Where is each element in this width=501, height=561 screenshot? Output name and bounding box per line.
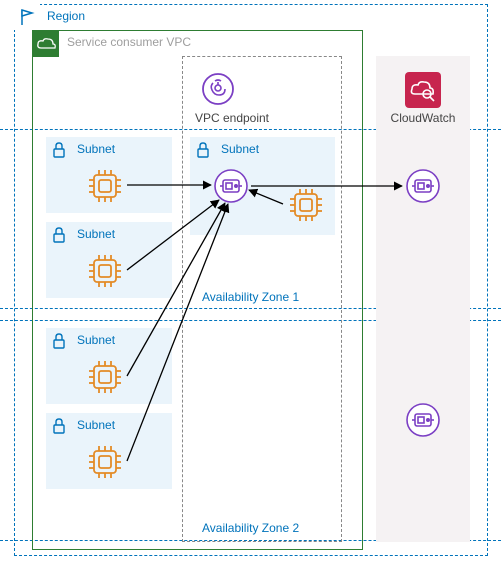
subnet-a-label: Subnet — [77, 142, 115, 156]
cloudwatch-label: CloudWatch — [376, 111, 470, 125]
eni-icon — [213, 168, 249, 204]
instance-icon — [85, 251, 125, 291]
region-label: Region — [47, 9, 85, 23]
subnet-lock-icon — [47, 329, 71, 353]
vpc-label: Service consumer VPC — [67, 35, 191, 49]
vpc-endpoint-icon — [201, 72, 235, 106]
az2-label: Availability Zone 2 — [202, 521, 299, 535]
instance-icon — [85, 442, 125, 482]
subnet-lock-icon — [47, 138, 71, 162]
subnet-lock-icon — [191, 138, 215, 162]
instance-icon — [286, 185, 326, 225]
region-flag-icon — [14, 4, 40, 30]
vpc-cloud-icon — [33, 31, 59, 57]
vpc-endpoint-label: VPC endpoint — [184, 111, 280, 125]
cloudwatch-icon — [405, 72, 441, 108]
eni-icon — [405, 402, 441, 438]
subnet-e-label: Subnet — [221, 142, 259, 156]
subnet-b: Subnet — [46, 222, 172, 298]
az1-label: Availability Zone 1 — [202, 290, 299, 304]
instance-icon — [85, 357, 125, 397]
subnet-c: Subnet — [46, 328, 172, 404]
eni-icon — [405, 168, 441, 204]
subnet-lock-icon — [47, 223, 71, 247]
subnet-b-label: Subnet — [77, 227, 115, 241]
cloudwatch-container — [376, 56, 470, 542]
subnet-a: Subnet — [46, 137, 172, 213]
subnet-d-label: Subnet — [77, 418, 115, 432]
subnet-c-label: Subnet — [77, 333, 115, 347]
subnet-lock-icon — [47, 414, 71, 438]
instance-icon — [85, 166, 125, 206]
subnet-d: Subnet — [46, 413, 172, 489]
diagram-canvas: Region Service consumer VPC VPC endpoint… — [0, 0, 501, 561]
subnet-e: Subnet — [190, 137, 335, 235]
